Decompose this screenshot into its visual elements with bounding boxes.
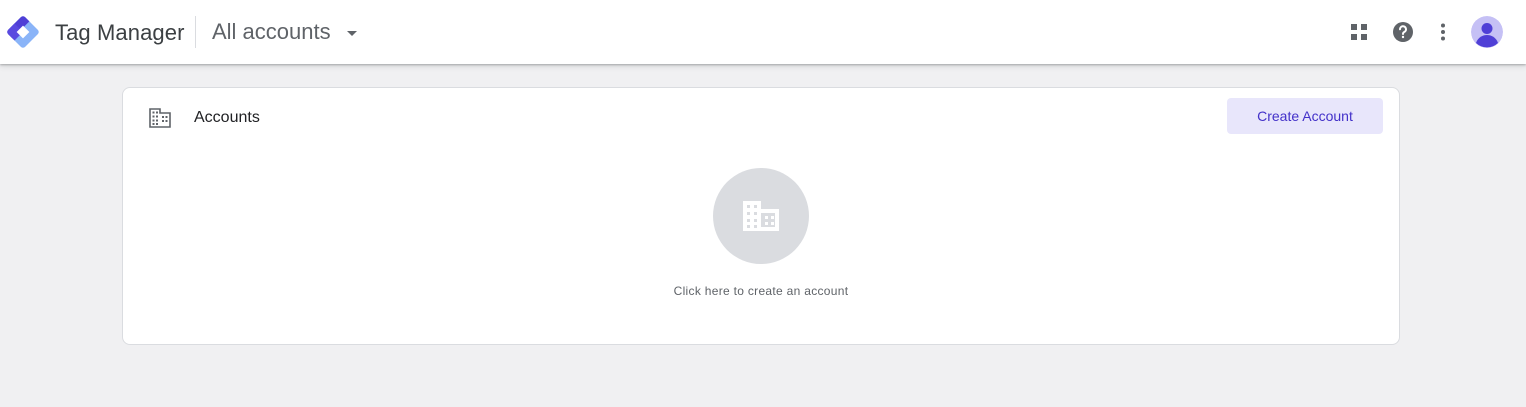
more-vert-icon[interactable] (1431, 20, 1455, 44)
building-icon (149, 108, 171, 128)
empty-state-circle[interactable] (713, 168, 809, 264)
account-picker[interactable]: All accounts (212, 14, 357, 50)
app-title: Tag Manager (55, 20, 185, 45)
account-picker-label: All accounts (212, 19, 331, 44)
help-icon[interactable] (1391, 20, 1415, 44)
title-divider (195, 16, 196, 48)
create-account-button[interactable]: Create Account (1227, 98, 1383, 134)
caret-down-icon (346, 30, 357, 36)
avatar-icon[interactable] (1471, 16, 1503, 48)
card-title: Accounts (194, 109, 260, 126)
accounts-card: Accounts Create Account Click here to cr… (122, 87, 1400, 345)
create-account-empty-state[interactable]: Click here to create an account (123, 168, 1399, 298)
tag-manager-logo-icon[interactable] (6, 15, 40, 49)
top-app-bar: Tag Manager All accounts (0, 0, 1526, 64)
building-icon (743, 201, 779, 231)
apps-grid-icon[interactable] (1347, 20, 1371, 44)
empty-state-text[interactable]: Click here to create an account (674, 284, 849, 298)
